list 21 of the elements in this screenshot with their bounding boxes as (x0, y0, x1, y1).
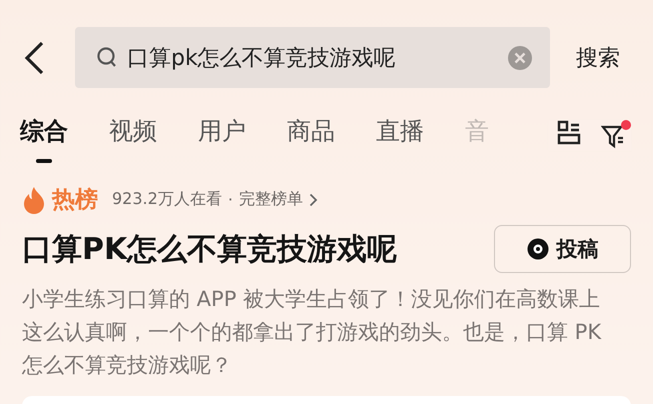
hot-list-label: 热榜 (52, 186, 98, 215)
viewer-count: 923.2万人在看 (112, 189, 222, 210)
post-button[interactable]: 投稿 (494, 225, 631, 273)
layout-icon[interactable] (557, 120, 581, 146)
topic-description: 小学生练习口算的 APP 被大学生占领了！没见你们在高数课上这么认真啊，一个个的都拿出了打游戏的劲头。也是，口算 PK 怎么不算竞技游戏呢？ (22, 286, 602, 379)
topic-title: 口算PK怎么不算竞技游戏呢 (22, 230, 398, 268)
tab[interactable]: 用户 (198, 116, 246, 146)
search-button[interactable]: 搜索 (576, 42, 620, 72)
full-list-link[interactable]: 完整榜单 (238, 189, 318, 210)
flame-icon (22, 186, 46, 214)
separator-dot: · (228, 190, 233, 209)
tab[interactable]: 综合 (20, 116, 68, 163)
filter-icon[interactable] (601, 120, 631, 150)
tab[interactable]: 商品 (287, 116, 335, 146)
tab[interactable]: 视频 (109, 116, 157, 146)
search-bar[interactable]: 口算pk怎么不算竞技游戏呢 (75, 27, 550, 88)
search-icon (97, 46, 117, 68)
tab[interactable]: 直播 (376, 116, 424, 146)
camera-icon (526, 238, 548, 260)
search-field[interactable]: 口算pk怎么不算竞技游戏呢 (127, 45, 508, 70)
chevron-right-icon (308, 192, 318, 206)
